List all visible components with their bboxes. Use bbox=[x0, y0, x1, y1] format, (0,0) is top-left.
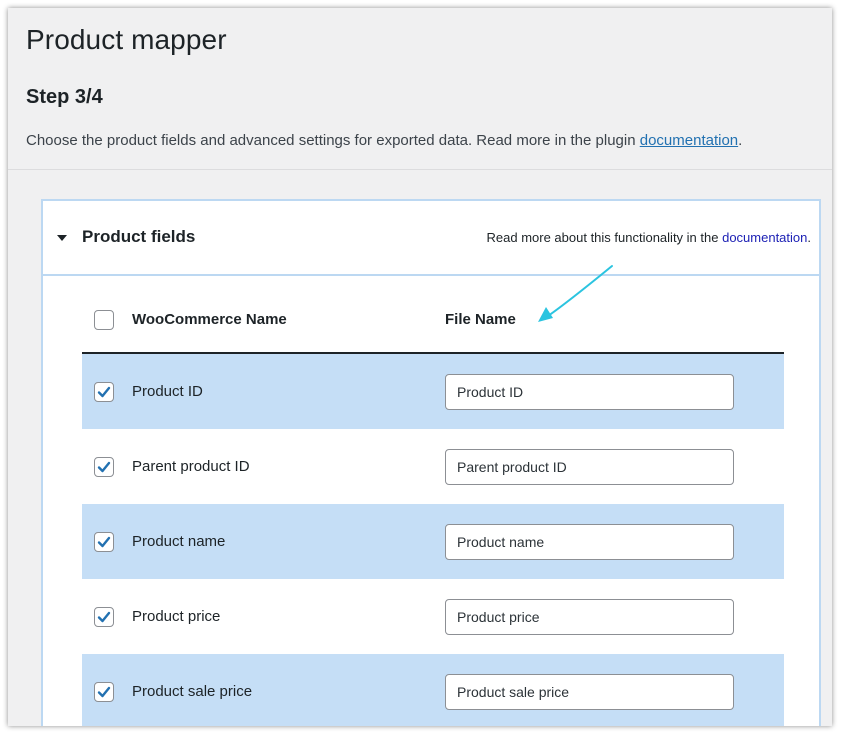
field-name: Product sale price bbox=[132, 682, 253, 700]
row-checkbox[interactable] bbox=[94, 381, 114, 402]
checkmark-icon bbox=[97, 386, 111, 397]
panel-documentation-link[interactable]: documentation bbox=[722, 230, 807, 245]
select-all-checkbox[interactable] bbox=[94, 310, 114, 330]
row-checkbox[interactable] bbox=[94, 681, 114, 702]
row-checkbox[interactable] bbox=[94, 456, 114, 477]
intro-text-body: Choose the product fields and advanced s… bbox=[26, 132, 640, 149]
file-name-input[interactable] bbox=[445, 598, 734, 635]
row-checkbox[interactable] bbox=[94, 606, 114, 627]
panel-note-end: . bbox=[807, 230, 811, 245]
panel-note: Read more about this functionality in th… bbox=[487, 230, 812, 245]
table-row: Product sale price bbox=[82, 654, 784, 726]
file-name-input[interactable] bbox=[445, 673, 734, 710]
checkmark-icon bbox=[97, 461, 111, 472]
field-name: Parent product ID bbox=[132, 457, 250, 475]
field-name: Product name bbox=[132, 532, 226, 550]
row-checkbox[interactable] bbox=[94, 531, 114, 552]
product-fields-panel-header[interactable]: Product fields Read more about this func… bbox=[43, 201, 819, 276]
checkmark-icon bbox=[97, 686, 111, 697]
column-header-file-name: File Name bbox=[445, 311, 516, 328]
table-row: Parent product ID bbox=[82, 429, 784, 504]
caret-down-icon[interactable] bbox=[57, 235, 67, 241]
table-row: Product price bbox=[82, 579, 784, 654]
section-divider bbox=[8, 169, 832, 170]
table-row: Product ID bbox=[82, 354, 784, 429]
page-title: Product mapper bbox=[26, 24, 227, 55]
field-name: Product ID bbox=[132, 382, 203, 400]
field-name: Product price bbox=[132, 607, 221, 625]
table-row: Product name bbox=[82, 504, 784, 579]
file-name-input[interactable] bbox=[445, 523, 734, 560]
panel-note-text: Read more about this functionality in th… bbox=[486, 230, 723, 245]
step-title: Step 3/4 bbox=[26, 86, 103, 108]
checkmark-icon bbox=[97, 611, 111, 622]
file-name-input[interactable] bbox=[445, 373, 734, 410]
panel-title: Product fields bbox=[82, 227, 196, 246]
app-window: Product mapper Step 3/4 Choose the produ… bbox=[8, 8, 832, 726]
fields-table: WooCommerce Name File Name Product ID Pa… bbox=[82, 288, 784, 726]
table-header: WooCommerce Name File Name bbox=[82, 288, 784, 354]
intro-documentation-link[interactable]: documentation bbox=[640, 132, 738, 149]
intro-text: Choose the product fields and advanced s… bbox=[26, 132, 742, 149]
checkmark-icon bbox=[97, 536, 111, 547]
product-fields-panel: Product fields Read more about this func… bbox=[41, 199, 821, 726]
intro-text-end: . bbox=[738, 132, 743, 149]
file-name-input[interactable] bbox=[445, 448, 734, 485]
column-header-woocommerce-name: WooCommerce Name bbox=[132, 311, 287, 328]
